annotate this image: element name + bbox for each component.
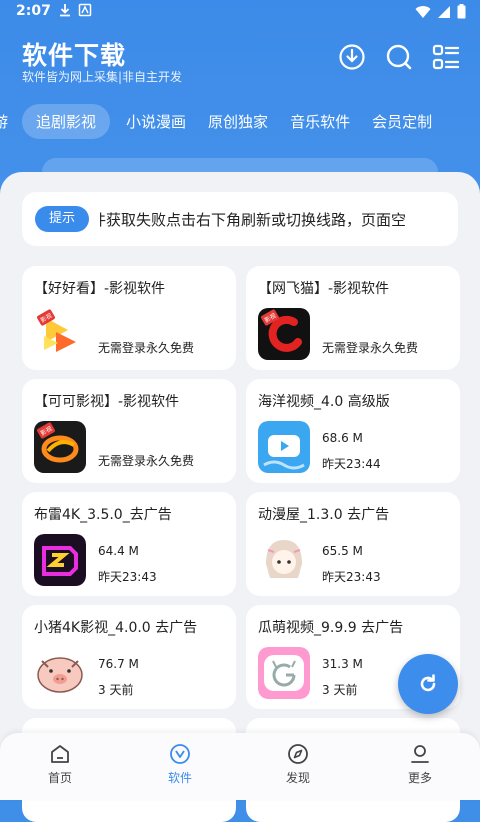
app-card-wangfeimao[interactable]: 【网飞猫】-影视软件 影视 无需登录永久免费	[246, 266, 460, 370]
app-card-keke[interactable]: 【可可影视】-影视软件 影视 无需登录永久免费	[22, 379, 236, 483]
guameng-icon	[258, 647, 310, 699]
download-button[interactable]	[337, 42, 367, 72]
nav-label: 首页	[47, 771, 72, 785]
notice-text: 软件获取失败点击右下角刷新或切换线路，页面空	[100, 211, 407, 229]
compass-icon	[288, 744, 308, 764]
nav-discover[interactable]: 发现	[268, 743, 328, 786]
home-icon	[51, 745, 69, 763]
app-date: 3 天前	[322, 683, 358, 697]
haiyang-icon	[258, 421, 310, 473]
app-title: 海洋视频_4.0 高级版	[258, 394, 390, 410]
app-title: 小猪4K影视_4.0.0 去广告	[34, 620, 198, 636]
status-bar: 2:07	[0, 0, 480, 24]
download-notification-icon	[60, 4, 70, 17]
nav-software[interactable]: 软件	[150, 743, 210, 786]
app-desc: 无需登录永久免费	[98, 454, 195, 468]
list-menu-icon	[432, 44, 460, 70]
app-card-pig[interactable]: 小猪4K影视_4.0.0 去广告 76.7 M 3 天前	[22, 605, 236, 709]
tab-novel-comics[interactable]: 小说漫画	[126, 111, 186, 132]
tab-video[interactable]: 追剧影视	[22, 103, 111, 139]
app-date: 3 天前	[98, 683, 134, 697]
nav-label: 更多	[407, 771, 432, 785]
app-card-bulei[interactable]: 布雷4K_3.5.0_去广告 64.4 M 昨天23:43	[22, 492, 236, 596]
tab-original[interactable]: 原创独家	[208, 111, 268, 132]
category-tabs: 软游 追剧影视 小说漫画 原创独家 音乐软件 会员定制	[0, 103, 480, 139]
tab-games[interactable]: 软游	[0, 111, 8, 132]
app-title: 动漫屋_1.3.0 去广告	[258, 507, 390, 523]
app-notification-icon	[78, 3, 92, 17]
app-title: 布雷4K_3.5.0_去广告	[34, 507, 172, 523]
download-icon	[339, 44, 365, 70]
app-title: 【可可影视】-影视软件	[34, 394, 180, 410]
status-time: 2:07	[16, 3, 51, 19]
app-size: 31.3 M	[322, 657, 363, 671]
app-date: 昨天23:44	[322, 457, 381, 471]
tab-vip[interactable]: 会员定制	[372, 111, 432, 132]
keke-icon: 影视	[34, 421, 86, 473]
dongmanwu-icon	[258, 534, 310, 586]
nav-home[interactable]: 首页	[30, 743, 90, 786]
app-date: 昨天23:43	[322, 570, 381, 584]
app-card-haiyang[interactable]: 海洋视频_4.0 高级版 68.6 M 昨天23:44	[246, 379, 460, 483]
app-title: 【网飞猫】-影视软件	[258, 281, 390, 297]
notice-badge: 提示	[35, 206, 89, 232]
app-card-haohaokan[interactable]: 【好好看】-影视软件 影视 无需登录永久免费	[22, 266, 236, 370]
wifi-icon	[415, 5, 431, 18]
pig-icon	[34, 647, 86, 699]
app-size: 68.6 M	[322, 431, 363, 445]
bottom-nav: 首页 软件 发现 更多	[0, 733, 480, 800]
app-desc: 无需登录永久免费	[322, 341, 419, 355]
software-icon	[170, 744, 190, 764]
app-card-dongmanwu[interactable]: 动漫屋_1.3.0 去广告 65.5 M 昨天23:43	[246, 492, 460, 596]
haohaokan-icon: 影视	[34, 308, 86, 360]
app-desc: 无需登录永久免费	[98, 341, 195, 355]
battery-icon	[457, 4, 466, 19]
page-title: 软件下载	[22, 41, 127, 70]
bulei-icon	[34, 534, 86, 586]
refresh-button[interactable]	[398, 654, 458, 714]
search-button[interactable]	[384, 42, 414, 72]
notice-bar: 提示 软件获取失败点击右下角刷新或切换线路，页面空	[22, 192, 458, 246]
user-icon	[411, 745, 429, 763]
wangfeimao-icon: 影视	[258, 308, 310, 360]
tab-music[interactable]: 音乐软件	[290, 111, 350, 132]
nav-more[interactable]: 更多	[390, 743, 450, 786]
app-title: 瓜萌视频_9.9.9 去广告	[258, 620, 404, 636]
refresh-icon	[420, 674, 436, 692]
menu-button[interactable]	[431, 42, 461, 72]
app-size: 65.5 M	[322, 544, 363, 558]
page-subtitle: 软件皆为网上采集|非自主开发	[22, 70, 183, 84]
app-size: 64.4 M	[98, 544, 139, 558]
app-size: 76.7 M	[98, 657, 139, 671]
nav-label: 软件	[167, 771, 192, 785]
nav-label: 发现	[285, 771, 310, 785]
app-title: 【好好看】-影视软件	[34, 281, 166, 297]
app-date: 昨天23:43	[98, 570, 157, 584]
search-icon	[386, 44, 412, 70]
signal-icon	[438, 5, 450, 18]
